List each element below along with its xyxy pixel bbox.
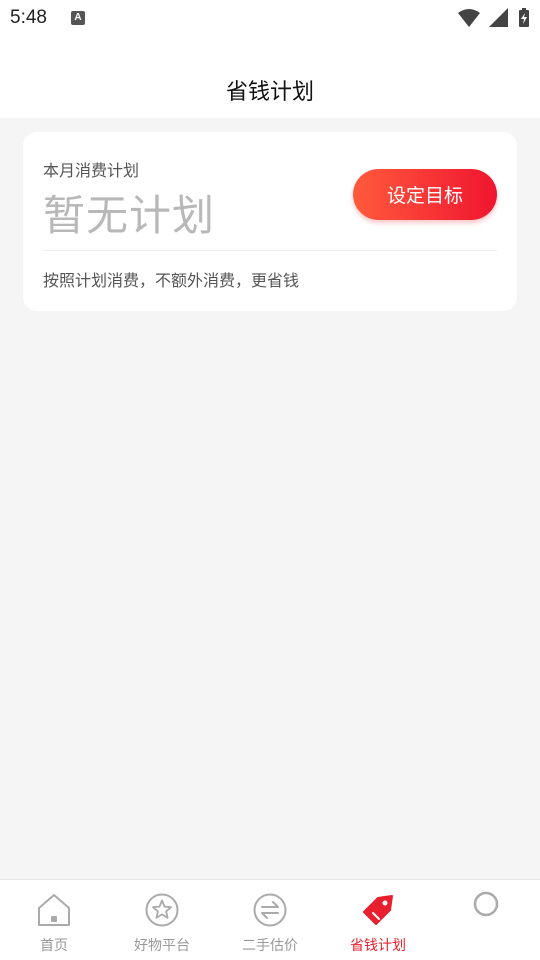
status-time: 5:48 xyxy=(10,7,47,28)
nav-item-home[interactable]: 首页 xyxy=(0,880,108,960)
plan-description: 按照计划消费，不额外消费，更省钱 xyxy=(43,271,300,290)
status-icons xyxy=(454,8,530,28)
page-header: 省钱计划 xyxy=(0,36,540,118)
wifi-icon xyxy=(457,9,480,27)
nav-item-second-hand[interactable]: 二手估价 xyxy=(216,880,324,960)
page-title: 省钱计划 xyxy=(225,80,314,105)
nav-item-goods-platform[interactable]: 好物平台 xyxy=(108,880,216,960)
card-divider xyxy=(43,250,497,251)
tag-icon xyxy=(363,895,393,925)
notification-app-icon: A xyxy=(71,11,85,25)
bottom-nav: 首页 好物平台 二手估价 省钱计划 xyxy=(0,879,540,960)
nav-item-saving-plan[interactable]: 省钱计划 xyxy=(324,880,432,960)
circle-icon xyxy=(473,891,499,917)
exchange-icon xyxy=(253,893,287,927)
star-icon xyxy=(145,893,179,927)
nav-label-home: 首页 xyxy=(40,938,68,954)
status-bar: 5:48 A xyxy=(0,0,540,36)
plan-label: 本月消费计划 xyxy=(43,161,140,180)
battery-icon xyxy=(519,8,529,27)
nav-label-second-hand: 二手估价 xyxy=(242,938,298,954)
nav-item-profile[interactable] xyxy=(432,880,540,960)
nav-label-goods-platform: 好物平台 xyxy=(134,938,190,954)
signal-icon xyxy=(488,8,508,27)
nav-label-saving-plan: 省钱计划 xyxy=(350,938,406,954)
home-icon xyxy=(38,894,70,926)
monthly-plan-card: 本月消费计划 暂无计划 设定目标 按照计划消费，不额外消费，更省钱 xyxy=(23,132,517,311)
plan-status: 暂无计划 xyxy=(43,191,216,240)
set-goal-button[interactable]: 设定目标 xyxy=(353,169,497,220)
